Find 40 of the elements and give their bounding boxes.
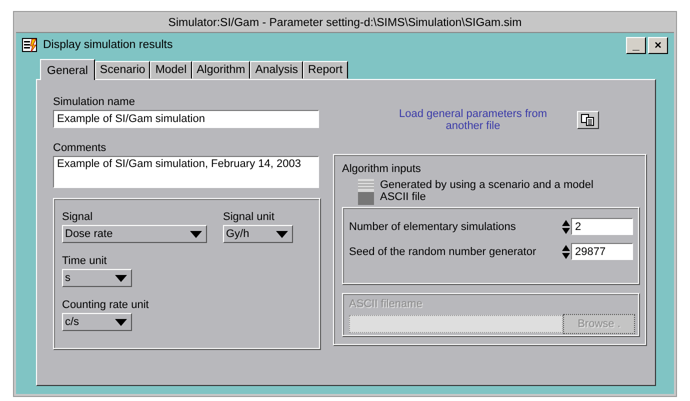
copy-button[interactable] [577,111,599,129]
field-label: Signal unit [223,211,276,223]
field-label: Number of elementary simulations [349,220,516,232]
tab[interactable]: Model [150,61,192,79]
field-label: Comments [53,142,108,154]
dropdown[interactable]: Dose rate [62,225,207,243]
dropdown-arrow-icon [276,230,288,238]
number-field[interactable]: 2 [571,218,633,235]
tab[interactable]: Analysis [250,61,304,79]
tab[interactable]: Scenario [94,61,150,79]
dropdown[interactable]: c/s [62,313,132,331]
minimize-button[interactable]: _ [626,36,646,54]
tab[interactable]: Report [303,61,348,79]
field-label: Seed of the random number generator [349,246,536,258]
field-label: Time unit [62,255,108,267]
dropdown-arrow-icon [115,318,127,326]
load-link[interactable]: Load general parameters from another file [383,108,563,132]
dropdown-arrow-icon [190,230,202,238]
field-label: Signal [62,211,94,223]
spinner-arrows-icon[interactable] [562,218,570,234]
close-button[interactable]: × [648,36,668,54]
field-label: Counting rate unit [62,299,150,311]
dropdown[interactable]: s [62,269,132,287]
field-label: Simulation name [53,96,136,108]
option-label[interactable]: Generated by using a scenario and a model [380,179,594,191]
input-field[interactable]: Example of SI/Gam simulation [53,110,319,128]
copy-icon [581,114,595,126]
app-icon [22,37,38,53]
window-title: Simulator:SI/Gam - Parameter setting-d:\SIMS\Simulation\SIGam.sim [16,14,674,33]
group-title: Algorithm inputs [342,163,422,175]
option-label[interactable]: ASCII file [380,191,594,203]
toggle-icon [358,179,374,205]
tab[interactable]: Algorithm [192,61,250,79]
number-field[interactable]: 29877 [571,243,633,260]
tab[interactable]: General [40,59,95,80]
dropdown[interactable]: Gy/h [223,225,293,243]
spinner-arrows-icon[interactable] [562,244,570,260]
dropdown-arrow-icon [115,274,127,282]
input-field[interactable]: Example of SI/Gam simulation, February 14, 2003 [53,156,319,188]
subwindow-title: Display simulation results [43,39,173,51]
